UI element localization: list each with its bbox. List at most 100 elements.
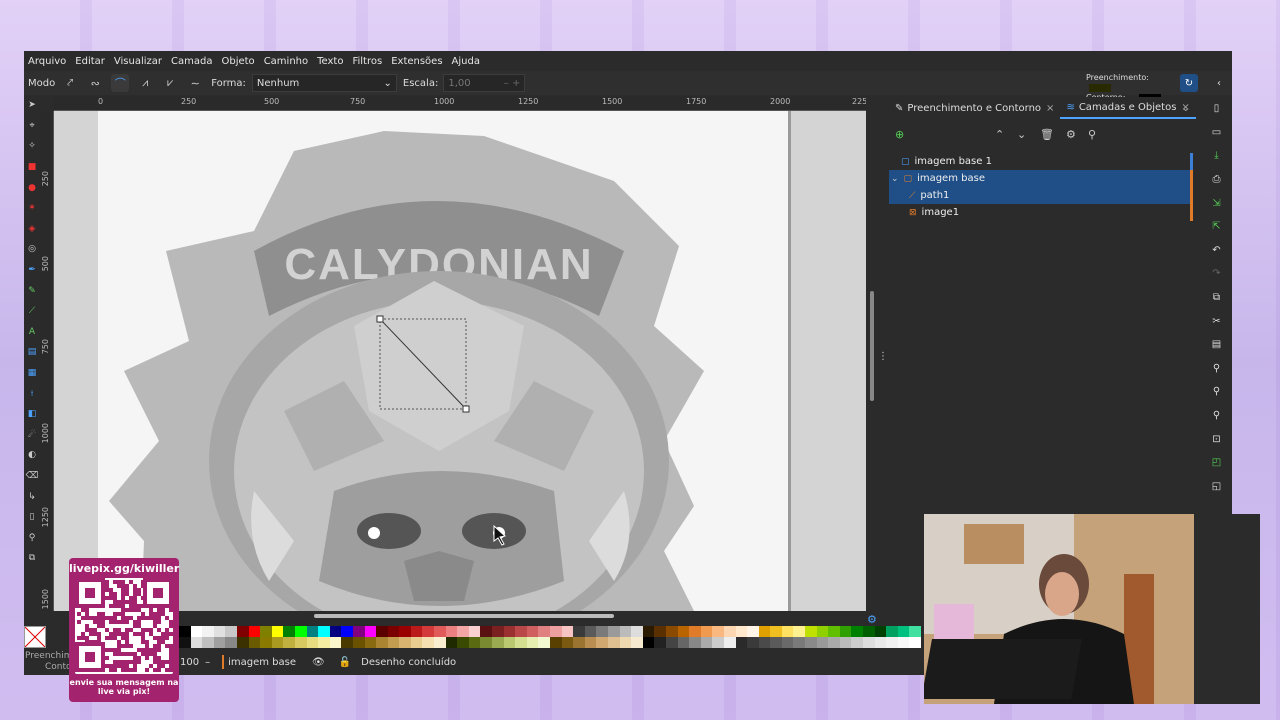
- color-swatch[interactable]: [550, 626, 562, 637]
- color-swatch[interactable]: [735, 626, 748, 637]
- palette-settings-icon[interactable]: ⚙: [867, 613, 877, 626]
- selector-tool-icon[interactable]: ➤: [24, 95, 40, 116]
- color-swatch[interactable]: [399, 626, 411, 637]
- color-swatch[interactable]: [828, 626, 840, 637]
- path-node-end[interactable]: [462, 405, 470, 413]
- color-swatch[interactable]: [190, 626, 203, 637]
- shape-dropdown[interactable]: Nenhum ⌄: [251, 74, 397, 92]
- color-swatch[interactable]: [607, 626, 620, 637]
- color-swatch[interactable]: [480, 626, 493, 637]
- zoom-value[interactable]: 100: [180, 657, 199, 668]
- color-swatch[interactable]: [538, 637, 550, 648]
- color-swatch[interactable]: [341, 626, 353, 637]
- object-row[interactable]: ⟋ path1: [889, 187, 1193, 204]
- color-swatch[interactable]: [376, 626, 388, 637]
- color-swatch[interactable]: [665, 637, 678, 648]
- color-swatch[interactable]: [434, 637, 446, 648]
- menu-caminho[interactable]: Caminho: [264, 56, 308, 67]
- color-swatch[interactable]: [828, 637, 840, 648]
- color-swatch[interactable]: [503, 637, 516, 648]
- color-swatch[interactable]: [793, 626, 806, 637]
- gradient-tool-icon[interactable]: ▤: [24, 342, 40, 363]
- color-swatch[interactable]: [387, 637, 400, 648]
- color-swatch[interactable]: [886, 637, 898, 648]
- gear-icon[interactable]: ⚙: [1066, 128, 1076, 141]
- delete-icon[interactable]: 🗑: [1040, 128, 1054, 141]
- shapebuilder-tool-icon[interactable]: ◐: [24, 445, 40, 466]
- color-swatch[interactable]: [874, 626, 887, 637]
- color-swatch[interactable]: [294, 626, 307, 637]
- color-swatch[interactable]: [468, 637, 481, 648]
- pages-tool-icon[interactable]: ▯: [24, 507, 40, 528]
- chevron-down-icon[interactable]: ⌄: [1182, 103, 1190, 114]
- color-swatch[interactable]: [863, 626, 875, 637]
- color-swatch[interactable]: [770, 626, 782, 637]
- color-swatch[interactable]: [781, 626, 794, 637]
- color-swatch[interactable]: [700, 637, 713, 648]
- color-swatch[interactable]: [352, 626, 365, 637]
- color-swatch[interactable]: [607, 637, 620, 648]
- menu-extensoes[interactable]: Extensões: [391, 56, 442, 67]
- color-swatch[interactable]: [805, 637, 817, 648]
- style-summary[interactable]: Preenchime Conto: [24, 651, 78, 673]
- color-swatch[interactable]: [410, 626, 423, 637]
- object-row[interactable]: ⊠ image1: [889, 204, 1193, 221]
- color-swatch[interactable]: [236, 637, 249, 648]
- pen-tool-icon[interactable]: ✒: [24, 260, 40, 281]
- export-icon[interactable]: ⇱: [1201, 215, 1232, 239]
- color-swatch[interactable]: [874, 637, 887, 648]
- color-swatch[interactable]: [712, 626, 724, 637]
- zoom-page-icon[interactable]: ⚲: [1201, 404, 1232, 428]
- zoom-stepper-icon[interactable]: –: [205, 657, 210, 668]
- redo-icon[interactable]: ↷: [1201, 262, 1232, 286]
- color-swatch[interactable]: [352, 637, 365, 648]
- color-swatch[interactable]: [561, 626, 574, 637]
- color-swatch[interactable]: [851, 637, 864, 648]
- color-swatch[interactable]: [619, 637, 632, 648]
- color-swatch[interactable]: [492, 626, 504, 637]
- path-node-start[interactable]: [376, 315, 384, 323]
- color-swatch[interactable]: [909, 637, 921, 648]
- tab-layers-objects[interactable]: ≋ Camadas e Objetos ×: [1060, 97, 1196, 119]
- color-swatch[interactable]: [747, 626, 759, 637]
- open-icon[interactable]: ▭: [1201, 121, 1232, 145]
- color-swatch[interactable]: [538, 626, 550, 637]
- pencil-tool-icon[interactable]: ✎: [24, 280, 40, 301]
- bspline-mode-icon[interactable]: ⌒: [111, 74, 130, 92]
- color-swatch[interactable]: [329, 626, 342, 637]
- path-effect-icon[interactable]: ∼: [186, 74, 204, 92]
- color-swatch[interactable]: [422, 626, 435, 637]
- snap-toggle-icon[interactable]: ↻: [1180, 74, 1198, 92]
- color-swatch[interactable]: [294, 637, 307, 648]
- color-swatch[interactable]: [445, 637, 458, 648]
- color-swatch[interactable]: [723, 637, 736, 648]
- scroll-thumb[interactable]: [314, 614, 614, 618]
- color-swatch[interactable]: [445, 626, 458, 637]
- menu-camada[interactable]: Camada: [171, 56, 212, 67]
- text-tool-icon[interactable]: A: [24, 322, 40, 343]
- color-swatch[interactable]: [260, 637, 272, 648]
- box3d-tool-icon[interactable]: ◈: [24, 219, 40, 240]
- color-swatch[interactable]: [480, 637, 493, 648]
- polyline-mode-icon[interactable]: ⩗: [161, 74, 179, 92]
- scroll-thumb[interactable]: [870, 291, 874, 401]
- swatch-grid[interactable]: [179, 626, 924, 648]
- color-swatch[interactable]: [283, 637, 295, 648]
- color-swatch[interactable]: [468, 626, 481, 637]
- spiro-mode-icon[interactable]: ∾: [86, 74, 104, 92]
- eraser-tool-icon[interactable]: ⌫: [24, 466, 40, 487]
- color-swatch[interactable]: [318, 637, 330, 648]
- layer-row[interactable]: ▢ imagem base 1: [889, 153, 1193, 170]
- color-swatch[interactable]: [213, 626, 226, 637]
- color-swatch[interactable]: [654, 626, 666, 637]
- color-swatch[interactable]: [897, 637, 910, 648]
- paraxial-mode-icon[interactable]: ⩘: [136, 74, 154, 92]
- color-swatch[interactable]: [781, 637, 794, 648]
- connector-tool-icon[interactable]: ↳: [24, 486, 40, 507]
- color-swatch[interactable]: [596, 626, 608, 637]
- color-swatch[interactable]: [805, 626, 817, 637]
- color-swatch[interactable]: [747, 637, 759, 648]
- add-layer-icon[interactable]: ⊕: [895, 128, 904, 141]
- close-icon[interactable]: ×: [1046, 103, 1054, 114]
- no-paint-swatch[interactable]: [24, 626, 46, 648]
